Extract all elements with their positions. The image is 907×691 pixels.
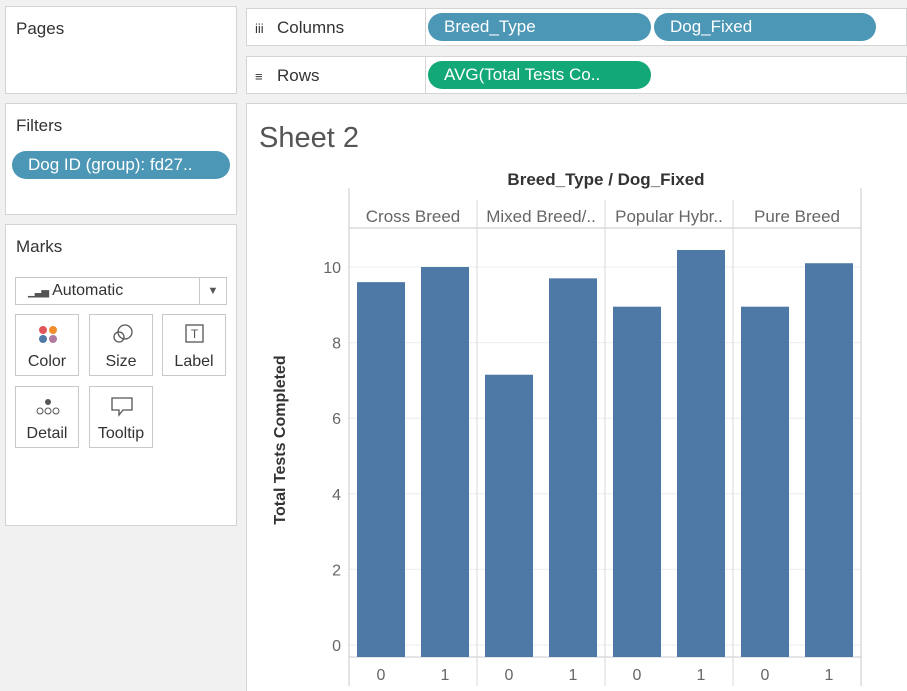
view-area	[246, 103, 907, 691]
rows-shelf-label: ≡ Rows	[255, 66, 320, 86]
label-icon: T	[163, 323, 225, 345]
svg-text:T: T	[191, 327, 199, 341]
column-pill-dog-fixed[interactable]: Dog_Fixed	[654, 13, 876, 41]
row-pill-avg-total-tests[interactable]: AVG(Total Tests Co..	[428, 61, 651, 89]
rows-label: Rows	[277, 66, 320, 85]
size-icon	[90, 323, 152, 345]
detail-label: Detail	[26, 425, 68, 442]
mark-type-value: Automatic	[52, 282, 124, 299]
color-button[interactable]: Color	[15, 314, 79, 376]
sheet-title: Sheet 2	[259, 122, 359, 154]
tooltip-button[interactable]: Tooltip	[89, 386, 153, 448]
columns-shelf[interactable]: iii Columns Breed_Type Dog_Fixed	[246, 8, 907, 46]
chevron-down-icon[interactable]: ▼	[199, 278, 226, 304]
column-pill-breed-type[interactable]: Breed_Type	[428, 13, 651, 41]
rows-icon: ≡	[255, 69, 263, 84]
bar-chart-icon: ▁▃▅	[28, 287, 49, 298]
mark-type-dropdown[interactable]: ▁▃▅ Automatic ▼	[15, 277, 227, 305]
columns-icon: iii	[255, 21, 264, 36]
columns-label: Columns	[277, 18, 345, 37]
color-icon	[16, 323, 78, 345]
size-label: Size	[105, 353, 137, 370]
columns-shelf-label: iii Columns	[255, 18, 344, 38]
detail-icon	[16, 395, 78, 417]
label-label: Label	[174, 353, 214, 370]
size-button[interactable]: Size	[89, 314, 153, 376]
tooltip-icon	[90, 395, 152, 417]
filters-panel: Filters Dog ID (group): fd27..	[5, 103, 237, 215]
marks-title: Marks	[16, 237, 63, 256]
tooltip-label: Tooltip	[97, 425, 145, 442]
filters-title: Filters	[16, 116, 63, 135]
color-label: Color	[27, 353, 67, 370]
shelf-divider	[425, 57, 426, 93]
pages-title: Pages	[16, 19, 65, 38]
detail-button[interactable]: Detail	[15, 386, 79, 448]
rows-shelf[interactable]: ≡ Rows AVG(Total Tests Co..	[246, 56, 907, 94]
pages-panel: Pages	[5, 6, 237, 94]
filter-pill-dog-id[interactable]: Dog ID (group): fd27..	[12, 151, 230, 179]
shelf-divider	[425, 9, 426, 45]
label-button[interactable]: T Label	[162, 314, 226, 376]
